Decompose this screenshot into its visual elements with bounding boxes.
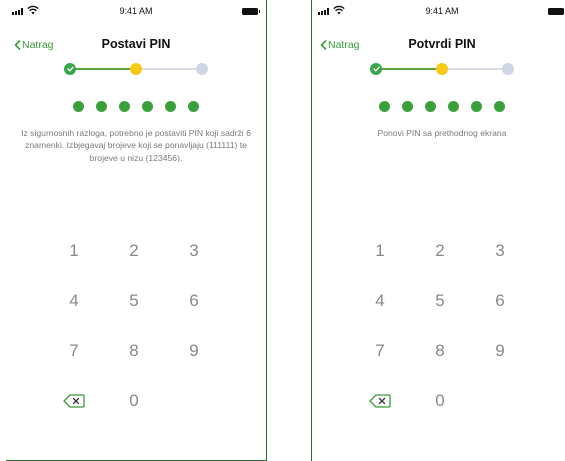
key-empty	[470, 386, 530, 416]
status-bar: 9:41 AM	[6, 0, 266, 22]
step-1-complete	[64, 63, 76, 75]
key-4[interactable]: 4	[44, 286, 104, 316]
checkmark-icon	[66, 66, 74, 72]
key-8[interactable]: 8	[410, 336, 470, 366]
step-1-complete	[370, 63, 382, 75]
step-2-current	[436, 63, 448, 75]
key-0[interactable]: 0	[410, 386, 470, 416]
progress-stepper	[64, 63, 208, 75]
key-6[interactable]: 6	[164, 286, 224, 316]
step-3-upcoming	[502, 63, 514, 75]
key-7[interactable]: 7	[350, 336, 410, 366]
pin-dot	[425, 101, 436, 112]
step-3-upcoming	[196, 63, 208, 75]
status-time: 9:41 AM	[425, 6, 459, 16]
backspace-button[interactable]	[44, 386, 104, 416]
page-title: Potvrdi PIN	[408, 37, 476, 51]
screen-confirm-pin: 9:41 AM Natrag Potvrdi PIN Ponovi PIN sa…	[311, 0, 565, 461]
key-3[interactable]: 3	[164, 236, 224, 266]
pin-dot	[165, 101, 176, 112]
key-2[interactable]: 2	[104, 236, 164, 266]
backspace-icon	[369, 394, 391, 408]
pin-dot	[471, 101, 482, 112]
key-6[interactable]: 6	[470, 286, 530, 316]
backspace-button[interactable]	[350, 386, 410, 416]
step-connector-complete	[376, 68, 438, 70]
key-9[interactable]: 9	[164, 336, 224, 366]
backspace-icon	[63, 394, 85, 408]
step-connector-pending	[438, 68, 508, 70]
key-3[interactable]: 3	[470, 236, 530, 266]
key-0[interactable]: 0	[104, 386, 164, 416]
battery-icon	[242, 8, 260, 15]
status-time: 9:41 AM	[119, 6, 153, 16]
key-1[interactable]: 1	[350, 236, 410, 266]
pin-dot	[448, 101, 459, 112]
pin-dot	[379, 101, 390, 112]
numeric-keypad: 123 456 789 0	[350, 236, 530, 436]
progress-stepper	[370, 63, 514, 75]
key-5[interactable]: 5	[410, 286, 470, 316]
pin-dot	[188, 101, 199, 112]
pin-dot	[119, 101, 130, 112]
step-connector-complete	[70, 68, 132, 70]
pin-instruction-text: Ponovi PIN sa prethodnog ekrana	[377, 128, 507, 138]
pin-instruction-text: Iz sigurnosnih razloga, potrebno je post…	[21, 128, 251, 163]
status-bar: 9:41 AM	[312, 0, 565, 22]
key-8[interactable]: 8	[104, 336, 164, 366]
navigation-bar: Natrag Potvrdi PIN	[312, 33, 565, 55]
numeric-keypad: 123 456 789 0	[44, 236, 224, 436]
pin-dot	[402, 101, 413, 112]
key-7[interactable]: 7	[44, 336, 104, 366]
key-9[interactable]: 9	[470, 336, 530, 366]
key-5[interactable]: 5	[104, 286, 164, 316]
page-title: Postavi PIN	[101, 37, 171, 51]
battery-icon	[548, 8, 565, 15]
key-2[interactable]: 2	[410, 236, 470, 266]
pin-indicator	[6, 101, 266, 112]
screen-set-pin: 9:41 AM Natrag Postavi PIN Iz sigurnosni…	[6, 0, 267, 461]
pin-dot	[494, 101, 505, 112]
pin-dot	[142, 101, 153, 112]
checkmark-icon	[372, 66, 380, 72]
key-empty	[164, 386, 224, 416]
step-connector-pending	[132, 68, 202, 70]
pin-indicator	[312, 101, 565, 112]
pin-dot	[96, 101, 107, 112]
key-4[interactable]: 4	[350, 286, 410, 316]
step-2-current	[130, 63, 142, 75]
pin-dot	[73, 101, 84, 112]
key-1[interactable]: 1	[44, 236, 104, 266]
navigation-bar: Natrag Postavi PIN	[6, 33, 266, 55]
